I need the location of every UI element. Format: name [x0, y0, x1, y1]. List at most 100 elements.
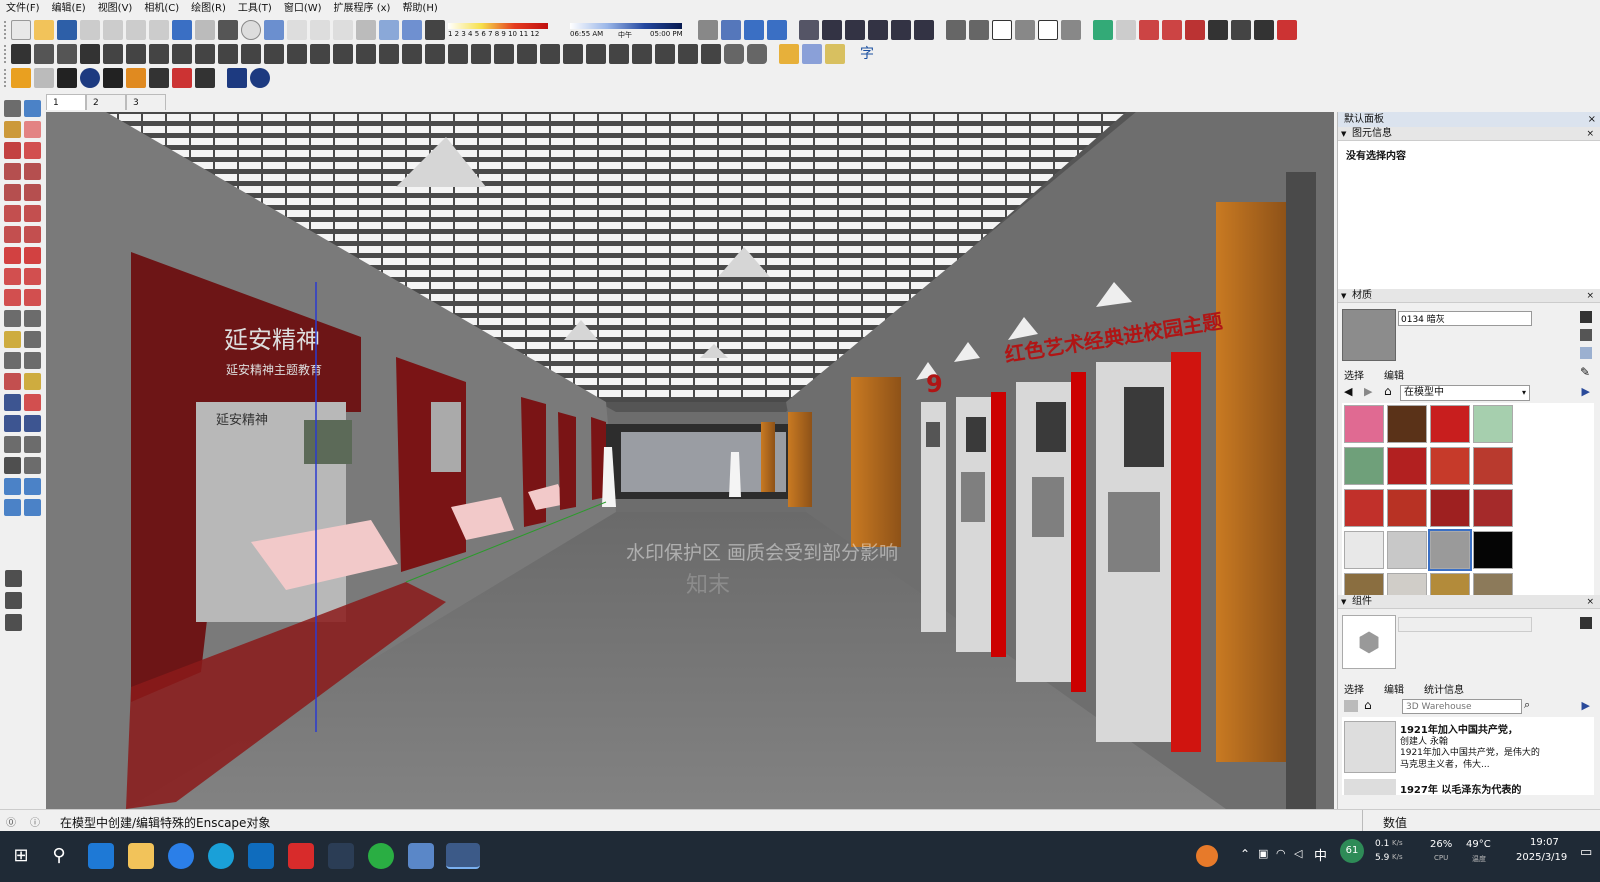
wireframe-icon[interactable]: [287, 20, 307, 40]
ime-indicator[interactable]: 中: [1314, 845, 1327, 864]
material-name-input[interactable]: [1398, 311, 1532, 326]
text-tool-icon[interactable]: 字: [857, 44, 877, 64]
menu-file[interactable]: 文件(F): [0, 0, 46, 18]
plugin-5-icon[interactable]: [195, 44, 215, 64]
measurement-box[interactable]: 数值: [1362, 810, 1600, 832]
geo-location-icon[interactable]: [1093, 20, 1113, 40]
offset-icon[interactable]: [24, 289, 41, 306]
paste-icon[interactable]: [126, 20, 146, 40]
rotate-icon[interactable]: [4, 268, 21, 285]
enscape-render-icon[interactable]: [724, 44, 744, 64]
3d-viewport[interactable]: 延安精神 延安精神主题教育 延安精神 红色艺术经典进校园主题 9 水印保护区 画…: [46, 112, 1334, 809]
extra-3-icon[interactable]: [5, 614, 22, 631]
material-library-select[interactable]: 在模型中 ▾: [1400, 385, 1530, 401]
material-swatch[interactable]: [1344, 573, 1384, 595]
orbit-icon[interactable]: [4, 373, 21, 390]
plugin-6-icon[interactable]: [218, 44, 238, 64]
monochrome-icon[interactable]: [379, 20, 399, 40]
sandbox-2-icon[interactable]: [24, 478, 41, 495]
plugin-20-icon[interactable]: [540, 44, 560, 64]
section-plane-icon[interactable]: [698, 20, 718, 40]
clock-date[interactable]: 2025/3/19: [1516, 852, 1567, 863]
tray-app-icon[interactable]: [1196, 845, 1218, 867]
scale-icon[interactable]: [4, 289, 21, 306]
menu-camera[interactable]: 相机(C): [138, 0, 185, 18]
refresh-icon[interactable]: [34, 68, 54, 88]
material-swatch[interactable]: [1387, 531, 1427, 569]
result-title[interactable]: 1927年 以毛泽东为代表的: [1400, 781, 1521, 795]
sandbox-1-icon[interactable]: [4, 478, 21, 495]
cut-icon[interactable]: [80, 20, 100, 40]
plugin-8-icon[interactable]: [264, 44, 284, 64]
help-status-icon[interactable]: ⓘ: [30, 814, 40, 829]
material-swatch[interactable]: [1430, 573, 1470, 595]
protractor-icon[interactable]: [4, 331, 21, 348]
plugin-26-icon[interactable]: [678, 44, 698, 64]
components-tab-edit[interactable]: 编辑: [1384, 681, 1404, 696]
erase-icon[interactable]: [149, 20, 169, 40]
material-swatch[interactable]: [1344, 531, 1384, 569]
terrain-icon[interactable]: [1116, 20, 1136, 40]
push-pull-icon[interactable]: [24, 247, 41, 264]
view-options-icon[interactable]: [1344, 700, 1358, 712]
extension-warehouse-icon[interactable]: [1162, 20, 1182, 40]
look-around-icon[interactable]: [24, 436, 41, 453]
plugin-10-icon[interactable]: [310, 44, 330, 64]
home-icon[interactable]: ⌂: [1384, 384, 1392, 398]
xray-icon[interactable]: [402, 20, 422, 40]
plugin-24-icon[interactable]: [632, 44, 652, 64]
cube-blue-icon[interactable]: [802, 44, 822, 64]
component-option-icon[interactable]: [1580, 617, 1592, 629]
badge-icon[interactable]: 61: [1340, 839, 1364, 863]
components-tab-stats[interactable]: 统计信息: [1424, 681, 1464, 696]
entity-info-header[interactable]: 图元信息 ×: [1338, 127, 1600, 141]
plugin-16-icon[interactable]: [448, 44, 468, 64]
section-tool-icon[interactable]: [24, 457, 41, 474]
view-front-icon[interactable]: [1015, 20, 1035, 40]
component-name-field[interactable]: [1398, 617, 1532, 632]
checker-icon[interactable]: [149, 68, 169, 88]
axes-icon[interactable]: [4, 352, 21, 369]
freehand-icon[interactable]: [24, 142, 41, 159]
text-icon[interactable]: [24, 331, 41, 348]
wifi-icon[interactable]: ◠: [1276, 847, 1286, 860]
eraser-icon[interactable]: [24, 121, 41, 138]
grid-icon[interactable]: [34, 44, 54, 64]
forward-icon[interactable]: ▶: [1364, 385, 1372, 398]
edge-icon[interactable]: [208, 843, 234, 869]
chevron-up-icon[interactable]: ⌃: [1240, 847, 1250, 861]
add-circle-icon[interactable]: [80, 68, 100, 88]
wechat-icon[interactable]: [368, 843, 394, 869]
redo-icon[interactable]: [195, 20, 215, 40]
material-swatch[interactable]: [1344, 489, 1384, 527]
steam-icon[interactable]: [328, 843, 354, 869]
scene-2-icon[interactable]: [845, 20, 865, 40]
tape-measure-icon[interactable]: [4, 310, 21, 327]
store-icon[interactable]: [88, 843, 114, 869]
material-swatch[interactable]: [1430, 405, 1470, 443]
windows-start-icon[interactable]: ⊞: [8, 843, 34, 869]
plugin-13-icon[interactable]: [379, 44, 399, 64]
vray-icon[interactable]: [1277, 20, 1297, 40]
outlook-icon[interactable]: [248, 843, 274, 869]
stack-icon[interactable]: [57, 68, 77, 88]
select-icon[interactable]: [4, 100, 21, 117]
arc-2-icon[interactable]: [24, 205, 41, 222]
render-icon[interactable]: [1231, 20, 1251, 40]
iso-view-icon[interactable]: [264, 20, 284, 40]
dimension-icon[interactable]: [24, 310, 41, 327]
plugin-22-icon[interactable]: [586, 44, 606, 64]
plugin-15-icon[interactable]: [425, 44, 445, 64]
render-settings-icon[interactable]: [1254, 20, 1274, 40]
close-icon[interactable]: ×: [1586, 127, 1594, 141]
scene-tab-1[interactable]: 1: [46, 94, 86, 110]
back-icon[interactable]: ◀: [1344, 385, 1352, 398]
print-icon[interactable]: [218, 20, 238, 40]
plugin-14-icon[interactable]: [402, 44, 422, 64]
volume-icon[interactable]: ◁: [1294, 847, 1302, 860]
move-icon[interactable]: [4, 247, 21, 264]
home-icon[interactable]: ⌂: [1364, 698, 1372, 712]
component-search-input[interactable]: [1402, 699, 1522, 714]
arc-icon[interactable]: [4, 205, 21, 222]
rotated-rect-icon[interactable]: [24, 163, 41, 180]
